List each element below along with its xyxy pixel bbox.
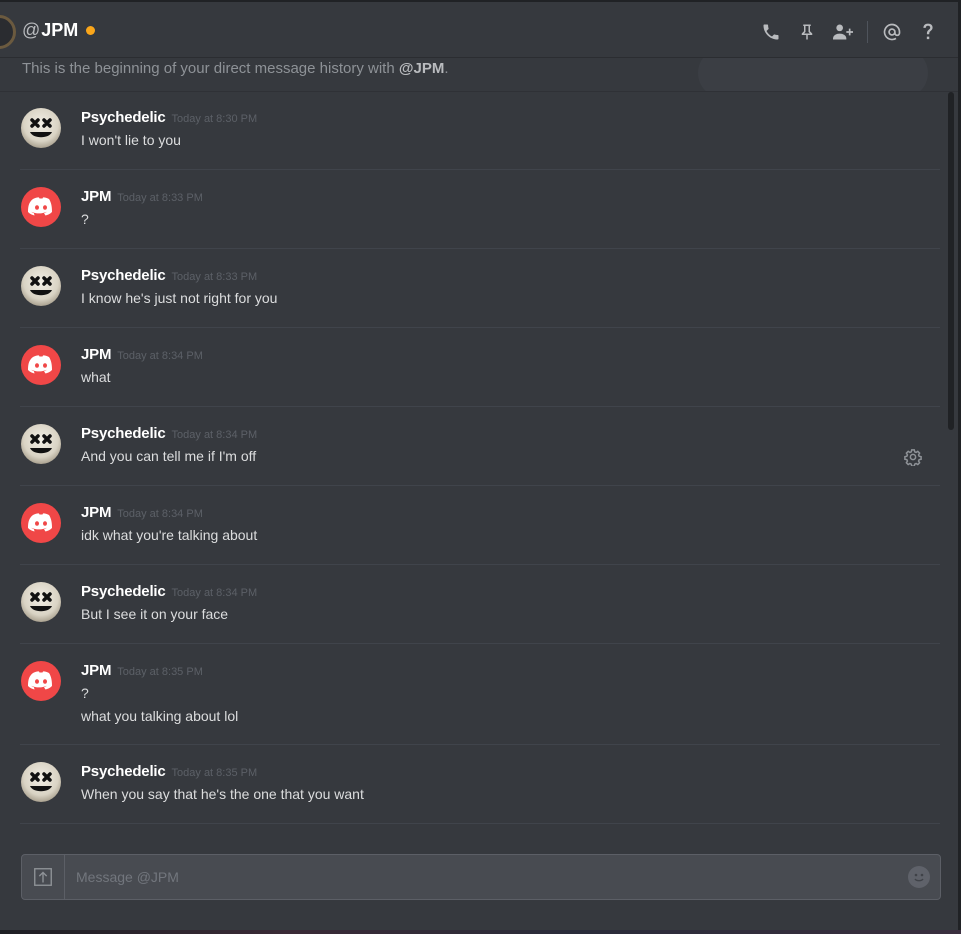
message-author[interactable]: JPM Today at 8:35 PM: [81, 662, 203, 679]
message-timestamp: Today at 8:34 PM: [171, 429, 258, 441]
psychedelic-avatar[interactable]: [21, 424, 61, 464]
message-group: Psychedelic Today at 8:30 PM I won't lie …: [20, 92, 940, 170]
message-timestamp: Today at 8:30 PM: [171, 113, 258, 125]
header-divider: [867, 21, 868, 43]
upload-icon: [34, 868, 52, 886]
discord-avatar[interactable]: [21, 661, 61, 701]
message-author[interactable]: JPM Today at 8:34 PM: [81, 504, 203, 521]
message-group: Psychedelic Today at 8:34 PM And you can …: [20, 408, 940, 486]
author-name[interactable]: JPM: [81, 188, 111, 205]
discord-avatar[interactable]: [21, 345, 61, 385]
author-name[interactable]: Psychedelic: [81, 583, 166, 600]
message-text: idk what you're talking about: [81, 527, 258, 543]
message-timestamp: Today at 8:33 PM: [117, 192, 203, 204]
at-symbol: @: [22, 20, 41, 40]
author-name[interactable]: Psychedelic: [81, 109, 166, 126]
message-author[interactable]: Psychedelic Today at 8:30 PM: [81, 109, 257, 126]
message-timestamp: Today at 8:35 PM: [117, 666, 203, 678]
message-text: I won't lie to you: [81, 132, 181, 148]
message-group: JPM Today at 8:34 PM what: [20, 329, 940, 407]
message-timestamp: Today at 8:34 PM: [171, 587, 258, 599]
message-text: ?: [81, 685, 89, 701]
discord-avatar[interactable]: [21, 503, 61, 543]
author-name[interactable]: JPM: [81, 346, 111, 363]
message-author[interactable]: JPM Today at 8:34 PM: [81, 346, 203, 363]
message-timestamp: Today at 8:34 PM: [117, 350, 203, 362]
message-group: Psychedelic Today at 8:33 PM I know he's …: [20, 250, 940, 328]
discord-avatar[interactable]: [21, 187, 61, 227]
message-timestamp: Today at 8:35 PM: [171, 767, 258, 779]
scrollbar-thumb[interactable]: [948, 92, 954, 430]
message-text: When you say that he's the one that you …: [81, 786, 364, 802]
message-author[interactable]: JPM Today at 8:33 PM: [81, 188, 203, 205]
window-frame-bottom: [0, 930, 961, 934]
upload-button[interactable]: [22, 855, 65, 899]
message-scrollbar[interactable]: [947, 92, 955, 834]
message-input[interactable]: [76, 867, 896, 887]
channel-header: @ JPM: [0, 2, 958, 58]
message-timestamp: Today at 8:34 PM: [117, 508, 203, 520]
message-text: I know he's just not right for you: [81, 290, 278, 306]
author-name[interactable]: JPM: [81, 504, 111, 521]
header-avatar: [0, 15, 16, 49]
message-text: ?: [81, 211, 89, 227]
message-group: Psychedelic Today at 8:35 PM When you say…: [20, 746, 940, 824]
add-friend-icon[interactable]: [825, 20, 861, 44]
message-text: And you can tell me if I'm off: [81, 448, 257, 464]
psychedelic-avatar[interactable]: [21, 108, 61, 148]
message-group: Psychedelic Today at 8:34 PM But I see it…: [20, 566, 940, 644]
dm-history-text: This is the beginning of your direct mes…: [22, 60, 449, 77]
psychedelic-avatar[interactable]: [21, 266, 61, 306]
message-text: what: [81, 369, 111, 385]
channel-title: @ JPM: [22, 20, 96, 41]
message-author[interactable]: Psychedelic Today at 8:34 PM: [81, 425, 257, 442]
message-timestamp: Today at 8:33 PM: [171, 271, 258, 283]
message-group: JPM Today at 8:35 PM ? what you talking a…: [20, 645, 940, 745]
author-name[interactable]: JPM: [81, 662, 111, 679]
message-author[interactable]: Psychedelic Today at 8:33 PM: [81, 267, 257, 284]
message-text: what you talking about lol: [81, 708, 239, 724]
emoji-picker-icon[interactable]: [908, 866, 930, 888]
message-group: JPM Today at 8:33 PM ?: [20, 171, 940, 249]
banner-illustration: [698, 58, 928, 91]
header-toolbar: [753, 20, 946, 44]
message-group: JPM Today at 8:34 PM idk what you're talk…: [20, 487, 940, 565]
author-name[interactable]: Psychedelic: [81, 267, 166, 284]
message-composer: [21, 854, 941, 900]
message-list: Psychedelic Today at 8:30 PM I won't lie …: [0, 92, 944, 834]
author-name[interactable]: Psychedelic: [81, 763, 166, 780]
banner-mention[interactable]: @JPM: [399, 60, 444, 77]
channel-name: JPM: [41, 20, 79, 40]
psychedelic-avatar[interactable]: [21, 582, 61, 622]
pin-icon[interactable]: [789, 20, 825, 44]
gear-icon[interactable]: [904, 448, 922, 467]
mention-icon[interactable]: [874, 20, 910, 44]
message-text: But I see it on your face: [81, 606, 229, 622]
dm-history-banner: This is the beginning of your direct mes…: [0, 58, 958, 92]
banner-prefix: This is the beginning of your direct mes…: [22, 60, 399, 77]
psychedelic-avatar[interactable]: [21, 762, 61, 802]
status-idle-indicator: [86, 26, 96, 35]
message-author[interactable]: Psychedelic Today at 8:35 PM: [81, 763, 257, 780]
banner-suffix: .: [444, 60, 449, 77]
message-author[interactable]: Psychedelic Today at 8:34 PM: [81, 583, 257, 600]
help-icon[interactable]: [910, 20, 946, 44]
phone-icon[interactable]: [753, 20, 789, 44]
author-name[interactable]: Psychedelic: [81, 425, 166, 442]
